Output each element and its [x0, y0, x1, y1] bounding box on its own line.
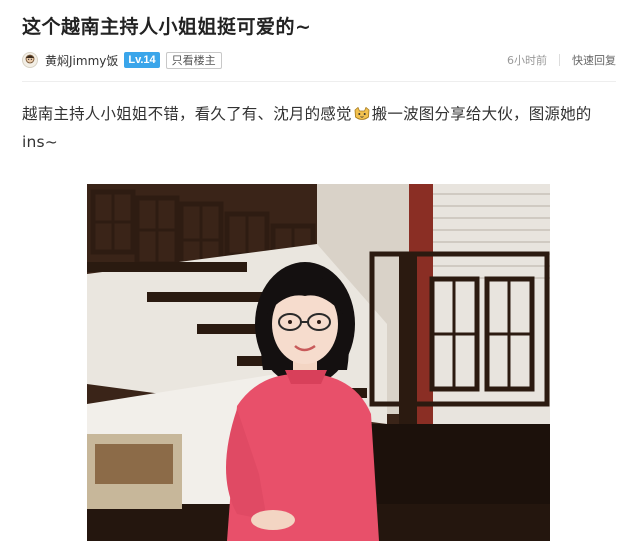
meta-divider [559, 54, 560, 66]
post-time: 6小时前 [507, 54, 547, 67]
cat-face-emoji-icon [354, 102, 370, 120]
post-meta-bar: 黄焖Jimmy饭 Lv.14 只看楼主 6小时前 快速回复 [22, 50, 616, 70]
header-divider [22, 81, 616, 82]
post-content: 越南主持人小姐姐不错，看久了有、沈月的感觉 搬一波图分享给大伙，图源她的ins~ [22, 100, 622, 156]
post-photo[interactable] [87, 184, 550, 541]
quick-reply-button[interactable]: 快速回复 [572, 52, 616, 68]
author-name[interactable]: 黄焖Jimmy饭 [45, 52, 118, 69]
avatar-icon[interactable] [22, 52, 38, 68]
level-badge: Lv.14 [124, 52, 160, 68]
only-op-button[interactable]: 只看楼主 [165, 51, 222, 69]
photo-woman-staircase-icon [87, 184, 550, 541]
post-title: 这个越南主持人小姐姐挺可爱的~ [22, 16, 312, 38]
content-text-1: 越南主持人小姐姐不错，看久了有、沈月的感觉 [22, 105, 352, 123]
